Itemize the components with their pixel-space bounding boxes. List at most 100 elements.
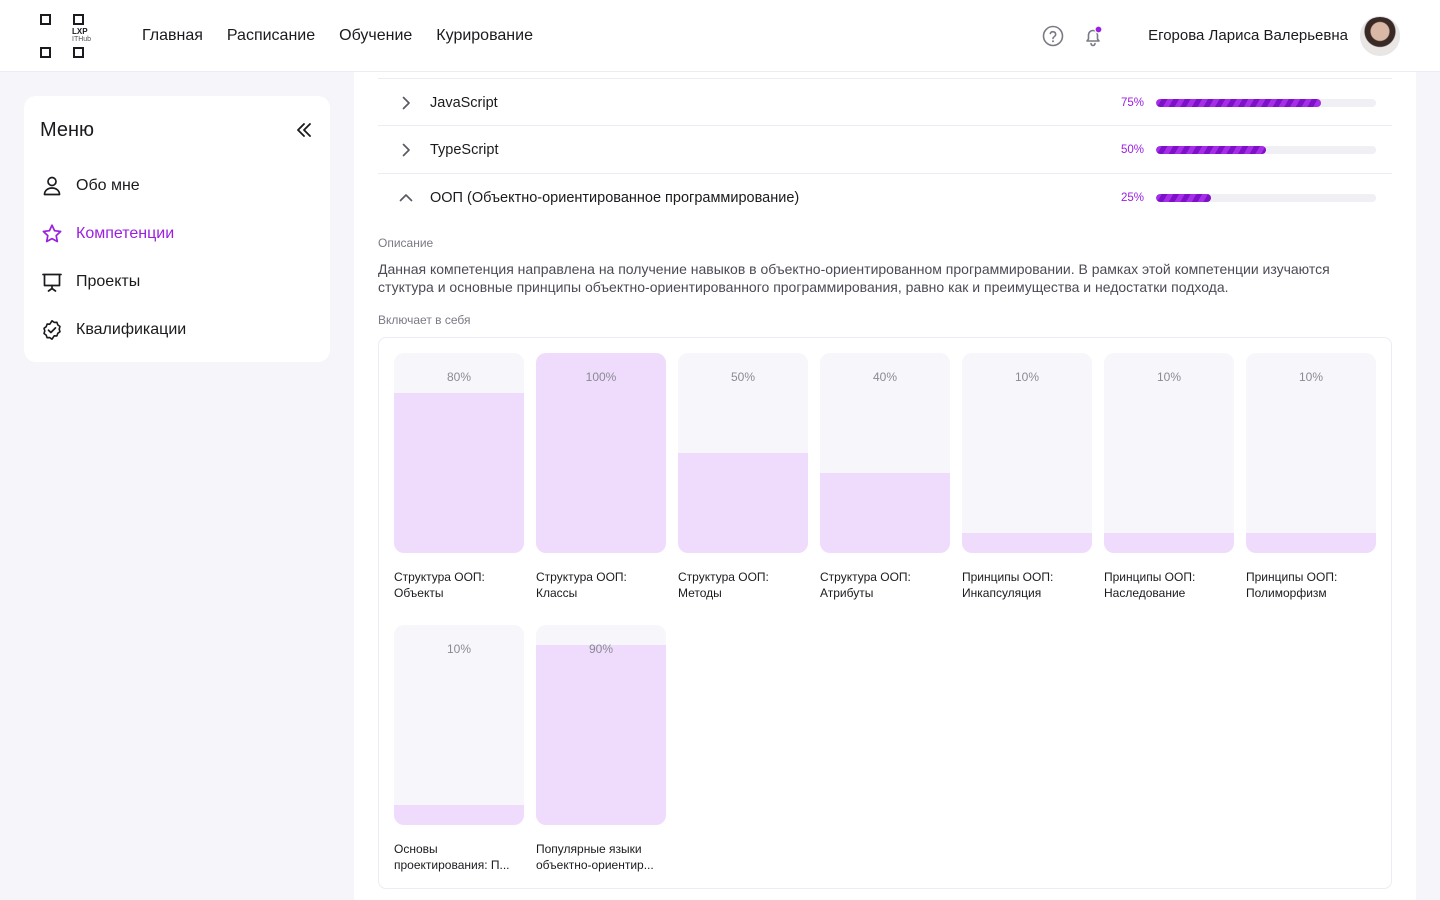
competency-row-oop[interactable]: ООП (Объектно-ориентированное программир… — [378, 174, 1392, 222]
bell-icon[interactable] — [1081, 24, 1105, 48]
nav-home[interactable]: Главная — [142, 26, 203, 46]
notification-dot — [1094, 25, 1103, 34]
lxp-logo[interactable]: LXP ITHub — [40, 14, 100, 60]
subskill-label-line: Структура ООП: — [678, 570, 769, 584]
competency-percent: 50% — [1120, 144, 1144, 156]
subskill-card[interactable]: 80% Структура ООП: Объекты — [394, 353, 524, 601]
main-nav: Главная Расписание Обучение Курирование — [142, 26, 533, 46]
badge-check-icon — [43, 320, 61, 340]
subskill-percent: 100% — [585, 370, 617, 384]
logo-square — [73, 47, 84, 58]
subskill-label: Принципы ООП: Полиморфизм — [1246, 569, 1376, 601]
subskill-label-line: Структура ООП: — [820, 570, 911, 584]
subskill-level-column[interactable]: 100% — [536, 353, 666, 553]
subskill-percent: 40% — [872, 370, 898, 384]
subskill-label-line: Полиморфизм — [1246, 586, 1327, 600]
subskill-level-column[interactable]: 10% — [962, 353, 1092, 553]
sidebar-item-competencies[interactable]: Компетенции — [40, 222, 310, 246]
subskill-label-line: Объекты — [394, 586, 444, 600]
subskill-card[interactable]: 10% Принципы ООП: Полиморфизм — [1246, 353, 1376, 601]
subskill-label-line: проектирования: П... — [394, 858, 510, 872]
subskill-card[interactable]: 40% Структура ООП: Атрибуты — [820, 353, 950, 601]
progress-fill — [1156, 99, 1321, 107]
subskill-level-column[interactable]: 10% — [394, 625, 524, 825]
top-header: LXP ITHub Главная Расписание Обучение Ку… — [0, 0, 1440, 72]
subskill-label: Структура ООП: Методы — [678, 569, 808, 601]
competency-name: ООП (Объектно-ориентированное программир… — [430, 190, 800, 206]
chevron-up-icon — [399, 194, 413, 202]
subskill-level-fill — [1246, 533, 1376, 553]
subskill-percent: 10% — [446, 642, 472, 656]
competency-progress-bar — [1156, 146, 1376, 154]
sidebar-item-about[interactable]: Обо мне — [40, 174, 310, 198]
subskill-label: Структура ООП: Объекты — [394, 569, 524, 601]
sidebar-title: Меню — [40, 119, 95, 141]
subskill-label: Структура ООП: Атрибуты — [820, 569, 950, 601]
subskill-label: Принципы ООП: Инкапсуляция — [962, 569, 1092, 601]
competency-name: JavaScript — [430, 95, 498, 111]
collapse-menu-icon[interactable] — [294, 120, 314, 140]
subskill-card[interactable]: 10% Принципы ООП: Инкапсуляция — [962, 353, 1092, 601]
subskill-label: Структура ООП: Классы — [536, 569, 666, 601]
subskill-card[interactable]: 90% Популярные языки объектно-ориентир... — [536, 625, 666, 873]
subskill-label: Принципы ООП: Наследование — [1104, 569, 1234, 601]
sidebar-menu: Меню Обо мне Компетенции Проекты Квалифи… — [24, 96, 330, 362]
logo-text-sub: ITHub — [72, 36, 92, 43]
sidebar-item-label: Обо мне — [76, 177, 140, 194]
progress-fill — [1156, 194, 1211, 202]
subskill-label-line: Популярные языки — [536, 842, 642, 856]
nav-learning[interactable]: Обучение — [339, 26, 412, 46]
subskill-level-column[interactable]: 90% — [536, 625, 666, 825]
includes-label: Включает в себя — [378, 313, 471, 327]
subskill-card[interactable]: 10% Принципы ООП: Наследование — [1104, 353, 1234, 601]
subskill-level-column[interactable]: 40% — [820, 353, 950, 553]
competency-row-typescript[interactable]: TypeScript 50% — [378, 126, 1392, 174]
subskill-label-line: Методы — [678, 586, 722, 600]
subskill-label: Популярные языки объектно-ориентир... — [536, 841, 666, 873]
nav-schedule[interactable]: Расписание — [227, 26, 315, 46]
competency-percent: 25% — [1120, 192, 1144, 204]
subskill-level-fill — [1104, 533, 1234, 553]
competency-row-javascript[interactable]: JavaScript 75% — [378, 78, 1392, 126]
subskill-label-line: Принципы ООП: — [1246, 570, 1338, 584]
star-icon — [42, 224, 62, 243]
logo-text-main: LXP — [72, 27, 88, 36]
progress-fill — [1156, 146, 1266, 154]
subskill-level-column[interactable]: 10% — [1246, 353, 1376, 553]
avatar[interactable] — [1360, 16, 1400, 56]
competency-progress-bar — [1156, 194, 1376, 202]
subskill-level-fill — [962, 533, 1092, 553]
help-icon[interactable] — [1041, 24, 1065, 48]
competencies-panel: JavaScript 75% TypeScript 50% ООП (Объек… — [354, 72, 1416, 900]
sidebar-item-projects[interactable]: Проекты — [40, 270, 310, 294]
subskill-level-column[interactable]: 80% — [394, 353, 524, 553]
competency-progress-bar — [1156, 99, 1376, 107]
subskill-level-column[interactable]: 50% — [678, 353, 808, 553]
subskill-level-fill — [394, 805, 524, 825]
subskill-level-fill — [820, 473, 950, 553]
competency-percent: 75% — [1120, 97, 1144, 109]
subskill-card[interactable]: 50% Структура ООП: Методы — [678, 353, 808, 601]
subskill-label-line: Принципы ООП: — [962, 570, 1054, 584]
subskill-label: Основы проектирования: П... — [394, 841, 524, 873]
subskill-label-line: Наследование — [1104, 586, 1186, 600]
presentation-icon — [42, 273, 62, 292]
chevron-right-icon — [402, 143, 410, 157]
subskill-label-line: Структура ООП: — [394, 570, 485, 584]
subskill-percent: 10% — [1014, 370, 1040, 384]
subskill-level-column[interactable]: 10% — [1104, 353, 1234, 553]
competency-name: TypeScript — [430, 142, 499, 158]
nav-curation[interactable]: Курирование — [436, 26, 533, 46]
subskill-percent: 10% — [1298, 370, 1324, 384]
user-name[interactable]: Егорова Лариса Валерьевна — [1148, 26, 1348, 46]
sidebar-item-qualifications[interactable]: Квалификации — [40, 318, 310, 342]
subskill-level-fill — [536, 645, 666, 825]
subskill-percent: 50% — [730, 370, 756, 384]
subskill-label-line: объектно-ориентир... — [536, 858, 654, 872]
subskill-label-line: Структура ООП: — [536, 570, 627, 584]
subskill-level-fill — [394, 393, 524, 553]
sidebar-item-label: Квалификации — [76, 321, 187, 338]
subskill-percent: 80% — [446, 370, 472, 384]
subskill-card[interactable]: 100% Структура ООП: Классы — [536, 353, 666, 601]
subskill-card[interactable]: 10% Основы проектирования: П... — [394, 625, 524, 873]
